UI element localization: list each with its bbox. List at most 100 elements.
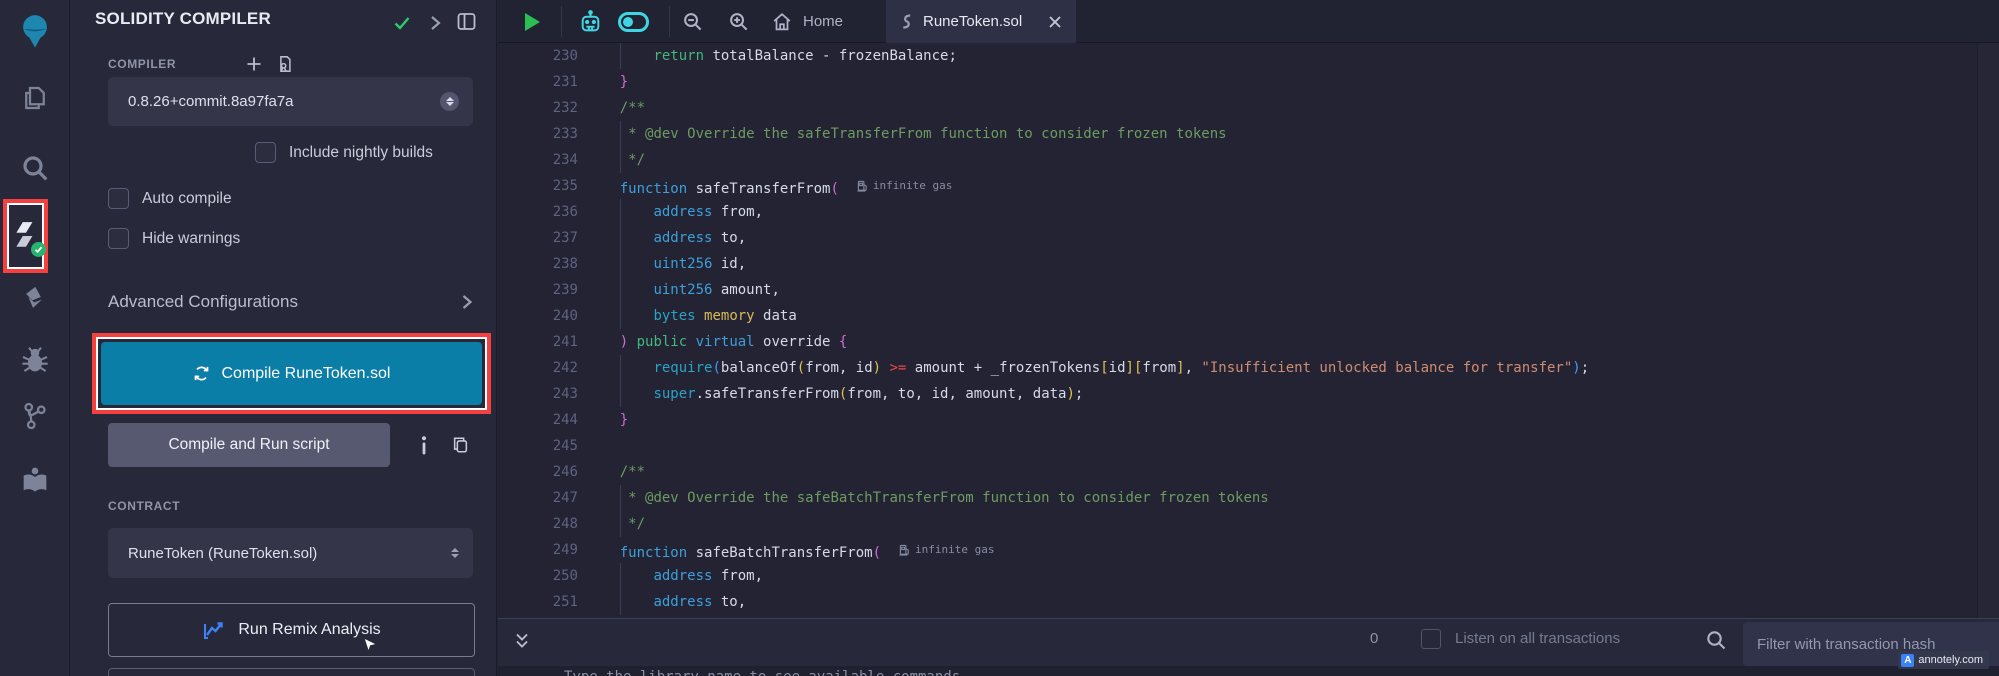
line-content: /** (586, 95, 645, 121)
chevron-right-icon (460, 294, 473, 310)
annotely-watermark-text: annotely.com (1918, 654, 1983, 666)
refresh-icon (193, 365, 210, 382)
code-line-231[interactable]: 231 } (498, 69, 1999, 95)
contract-select-value: RuneToken (RuneToken.sol) (128, 545, 317, 562)
line-content: */ (586, 147, 645, 173)
line-content: * @dev Override the safeBatchTransferFro… (586, 485, 1269, 511)
terminal-header: 0 Listen on all transactions (498, 619, 1999, 663)
tab-runetoken-sol[interactable]: RuneToken.sol (886, 0, 1076, 43)
code-line-238[interactable]: 238 uint256 id, (498, 251, 1999, 277)
line-content: super.safeTransferFrom(from, to, id, amo… (586, 381, 1083, 407)
compiler-icon-annotation (3, 199, 48, 273)
editor-scrollbar[interactable] (1977, 43, 1999, 618)
chevron-right-icon[interactable] (428, 15, 442, 31)
line-number: 251 (498, 589, 578, 615)
auto-compile-label: Auto compile (142, 190, 232, 208)
code-line-239[interactable]: 239 uint256 amount, (498, 277, 1999, 303)
code-line-230[interactable]: 230 return totalBalance - frozenBalance; (498, 43, 1999, 69)
line-content: /** (586, 459, 645, 485)
deploy-run-icon[interactable] (0, 283, 70, 313)
debugger-icon[interactable] (0, 345, 70, 377)
code-lines: 230 return totalBalance - frozenBalance;… (498, 43, 1999, 615)
hide-warnings-checkbox[interactable] (108, 228, 129, 249)
run-remix-analysis-label: Run Remix Analysis (238, 621, 380, 639)
split-panel-icon[interactable] (457, 12, 476, 31)
add-compiler-icon[interactable] (246, 56, 262, 72)
home-button[interactable]: Home (771, 0, 843, 43)
code-line-247[interactable]: 247 * @dev Override the safeBatchTransfe… (498, 485, 1999, 511)
code-line-251[interactable]: 251 address to, (498, 589, 1999, 615)
code-line-250[interactable]: 250 address from, (498, 563, 1999, 589)
code-line-236[interactable]: 236 address from, (498, 199, 1999, 225)
terminal-intro-text: Type the library name to see available c… (564, 669, 969, 676)
line-number: 244 (498, 407, 578, 433)
code-line-237[interactable]: 237 address to, (498, 225, 1999, 251)
line-content: function safeTransferFrom(infinite gas (586, 173, 952, 199)
file-explorer-icon[interactable] (0, 82, 70, 114)
code-line-249[interactable]: 249 function safeBatchTransferFrom(infin… (498, 537, 1999, 563)
search-icon[interactable] (0, 152, 70, 184)
remix-logo-icon[interactable] (0, 12, 70, 50)
line-number: 249 (498, 537, 578, 563)
line-content: * @dev Override the safeTransferFrom fun… (586, 121, 1227, 147)
code-line-234[interactable]: 234 */ (498, 147, 1999, 173)
contract-section-label: CONTRACT (108, 499, 180, 513)
git-icon[interactable] (0, 400, 70, 432)
copy-icon[interactable] (452, 436, 469, 454)
line-content: return totalBalance - frozenBalance; (586, 43, 957, 69)
zoom-out-icon[interactable] (681, 0, 704, 43)
solidity-compiler-icon[interactable] (13, 221, 39, 251)
zoom-in-icon[interactable] (727, 0, 750, 43)
include-nightly-label: Include nightly builds (289, 144, 433, 162)
compiler-version-value: 0.8.26+commit.8a97fa7a (128, 93, 294, 110)
home-label: Home (803, 13, 843, 30)
code-line-233[interactable]: 233 * @dev Override the safeTransferFrom… (498, 121, 1999, 147)
compiler-version-select[interactable]: 0.8.26+commit.8a97fa7a (108, 77, 473, 126)
terminal-body[interactable]: Type the library name to see available c… (498, 666, 1999, 676)
line-number: 239 (498, 277, 578, 303)
compiler-license-icon[interactable] (276, 55, 293, 73)
line-number: 243 (498, 381, 578, 407)
transaction-count: 0 (1370, 630, 1378, 647)
ai-assistant-robot-icon[interactable] (578, 0, 603, 43)
editor-toolbar: Home RuneToken.sol (498, 0, 1999, 43)
tab-title: RuneToken.sol (923, 13, 1038, 30)
line-number: 242 (498, 355, 578, 381)
learneth-icon[interactable] (0, 465, 70, 497)
info-icon[interactable] (420, 436, 428, 455)
code-line-235[interactable]: 235 function safeTransferFrom(infinite g… (498, 173, 1999, 199)
home-icon (771, 11, 793, 33)
line-number: 247 (498, 485, 578, 511)
remix-ide-window: SOLIDITY COMPILER COMPILER 0.8.26+commit… (0, 0, 1999, 676)
hide-warnings-label: Hide warnings (142, 230, 240, 248)
code-line-242[interactable]: 242 require(balanceOf(from, id) >= amoun… (498, 355, 1999, 381)
tab-close-icon[interactable] (1048, 15, 1062, 29)
terminal-search-icon[interactable] (1704, 628, 1728, 652)
code-line-248[interactable]: 248 */ (498, 511, 1999, 537)
include-nightly-checkbox[interactable] (255, 142, 276, 163)
code-line-243[interactable]: 243 super.safeTransferFrom(from, to, id,… (498, 381, 1999, 407)
code-line-232[interactable]: 232 /** (498, 95, 1999, 121)
code-line-244[interactable]: 244 } (498, 407, 1999, 433)
terminal-collapse-icon[interactable] (514, 619, 530, 663)
line-number: 238 (498, 251, 578, 277)
line-number: 237 (498, 225, 578, 251)
code-line-241[interactable]: 241 ) public virtual override { (498, 329, 1999, 355)
code-line-246[interactable]: 246 /** (498, 459, 1999, 485)
ai-toggle-icon[interactable] (618, 0, 649, 43)
contract-select[interactable]: RuneToken (RuneToken.sol) (108, 528, 473, 578)
compile-button[interactable]: Compile RuneToken.sol (101, 342, 482, 405)
annotely-watermark: A annotely.com (1898, 651, 1989, 669)
advanced-configurations-toggle[interactable]: Advanced Configurations (108, 292, 473, 312)
code-line-240[interactable]: 240 bytes memory data (498, 303, 1999, 329)
compile-and-run-button[interactable]: Compile and Run script (108, 423, 390, 467)
listen-transactions-checkbox[interactable] (1421, 629, 1441, 649)
compiled-check-badge (31, 242, 46, 257)
run-script-play-icon[interactable] (525, 0, 540, 43)
code-line-245[interactable]: 245 (498, 433, 1999, 459)
line-content: address from, (586, 199, 763, 225)
code-editor[interactable]: 230 return totalBalance - frozenBalance;… (498, 43, 1999, 618)
run-remix-analysis-button[interactable]: Run Remix Analysis (108, 603, 475, 657)
version-stepper-icon (440, 92, 459, 111)
auto-compile-checkbox[interactable] (108, 188, 129, 209)
